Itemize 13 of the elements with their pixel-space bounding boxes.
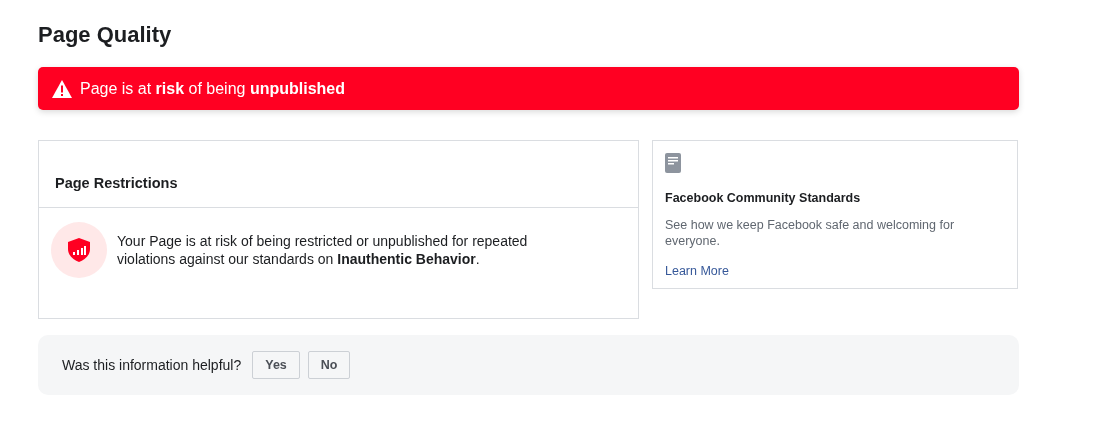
document-icon bbox=[665, 153, 681, 173]
warning-icon bbox=[52, 79, 72, 98]
restriction-message: Your Page is at risk of being restricted or unpublished for repeated violations against our standards on Inauthentic Behavior. bbox=[117, 232, 529, 268]
card-description: See how we keep Facebook safe and welcoming for everyone. bbox=[665, 217, 956, 249]
warning-text: Page is at risk of being unpublished bbox=[80, 79, 345, 98]
feedback-button[interactable]: Yes bbox=[252, 351, 300, 379]
page-title: Page Quality bbox=[38, 21, 173, 49]
card-title: Page Restrictions bbox=[54, 174, 179, 193]
learn-more-link[interactable]: Learn More bbox=[665, 264, 729, 278]
shield-icon bbox=[51, 222, 107, 278]
feedback-button[interactable]: No bbox=[307, 351, 351, 379]
card-title: Facebook Community Standards bbox=[665, 191, 862, 205]
feedback-question: Was this information helpful? bbox=[62, 357, 242, 373]
